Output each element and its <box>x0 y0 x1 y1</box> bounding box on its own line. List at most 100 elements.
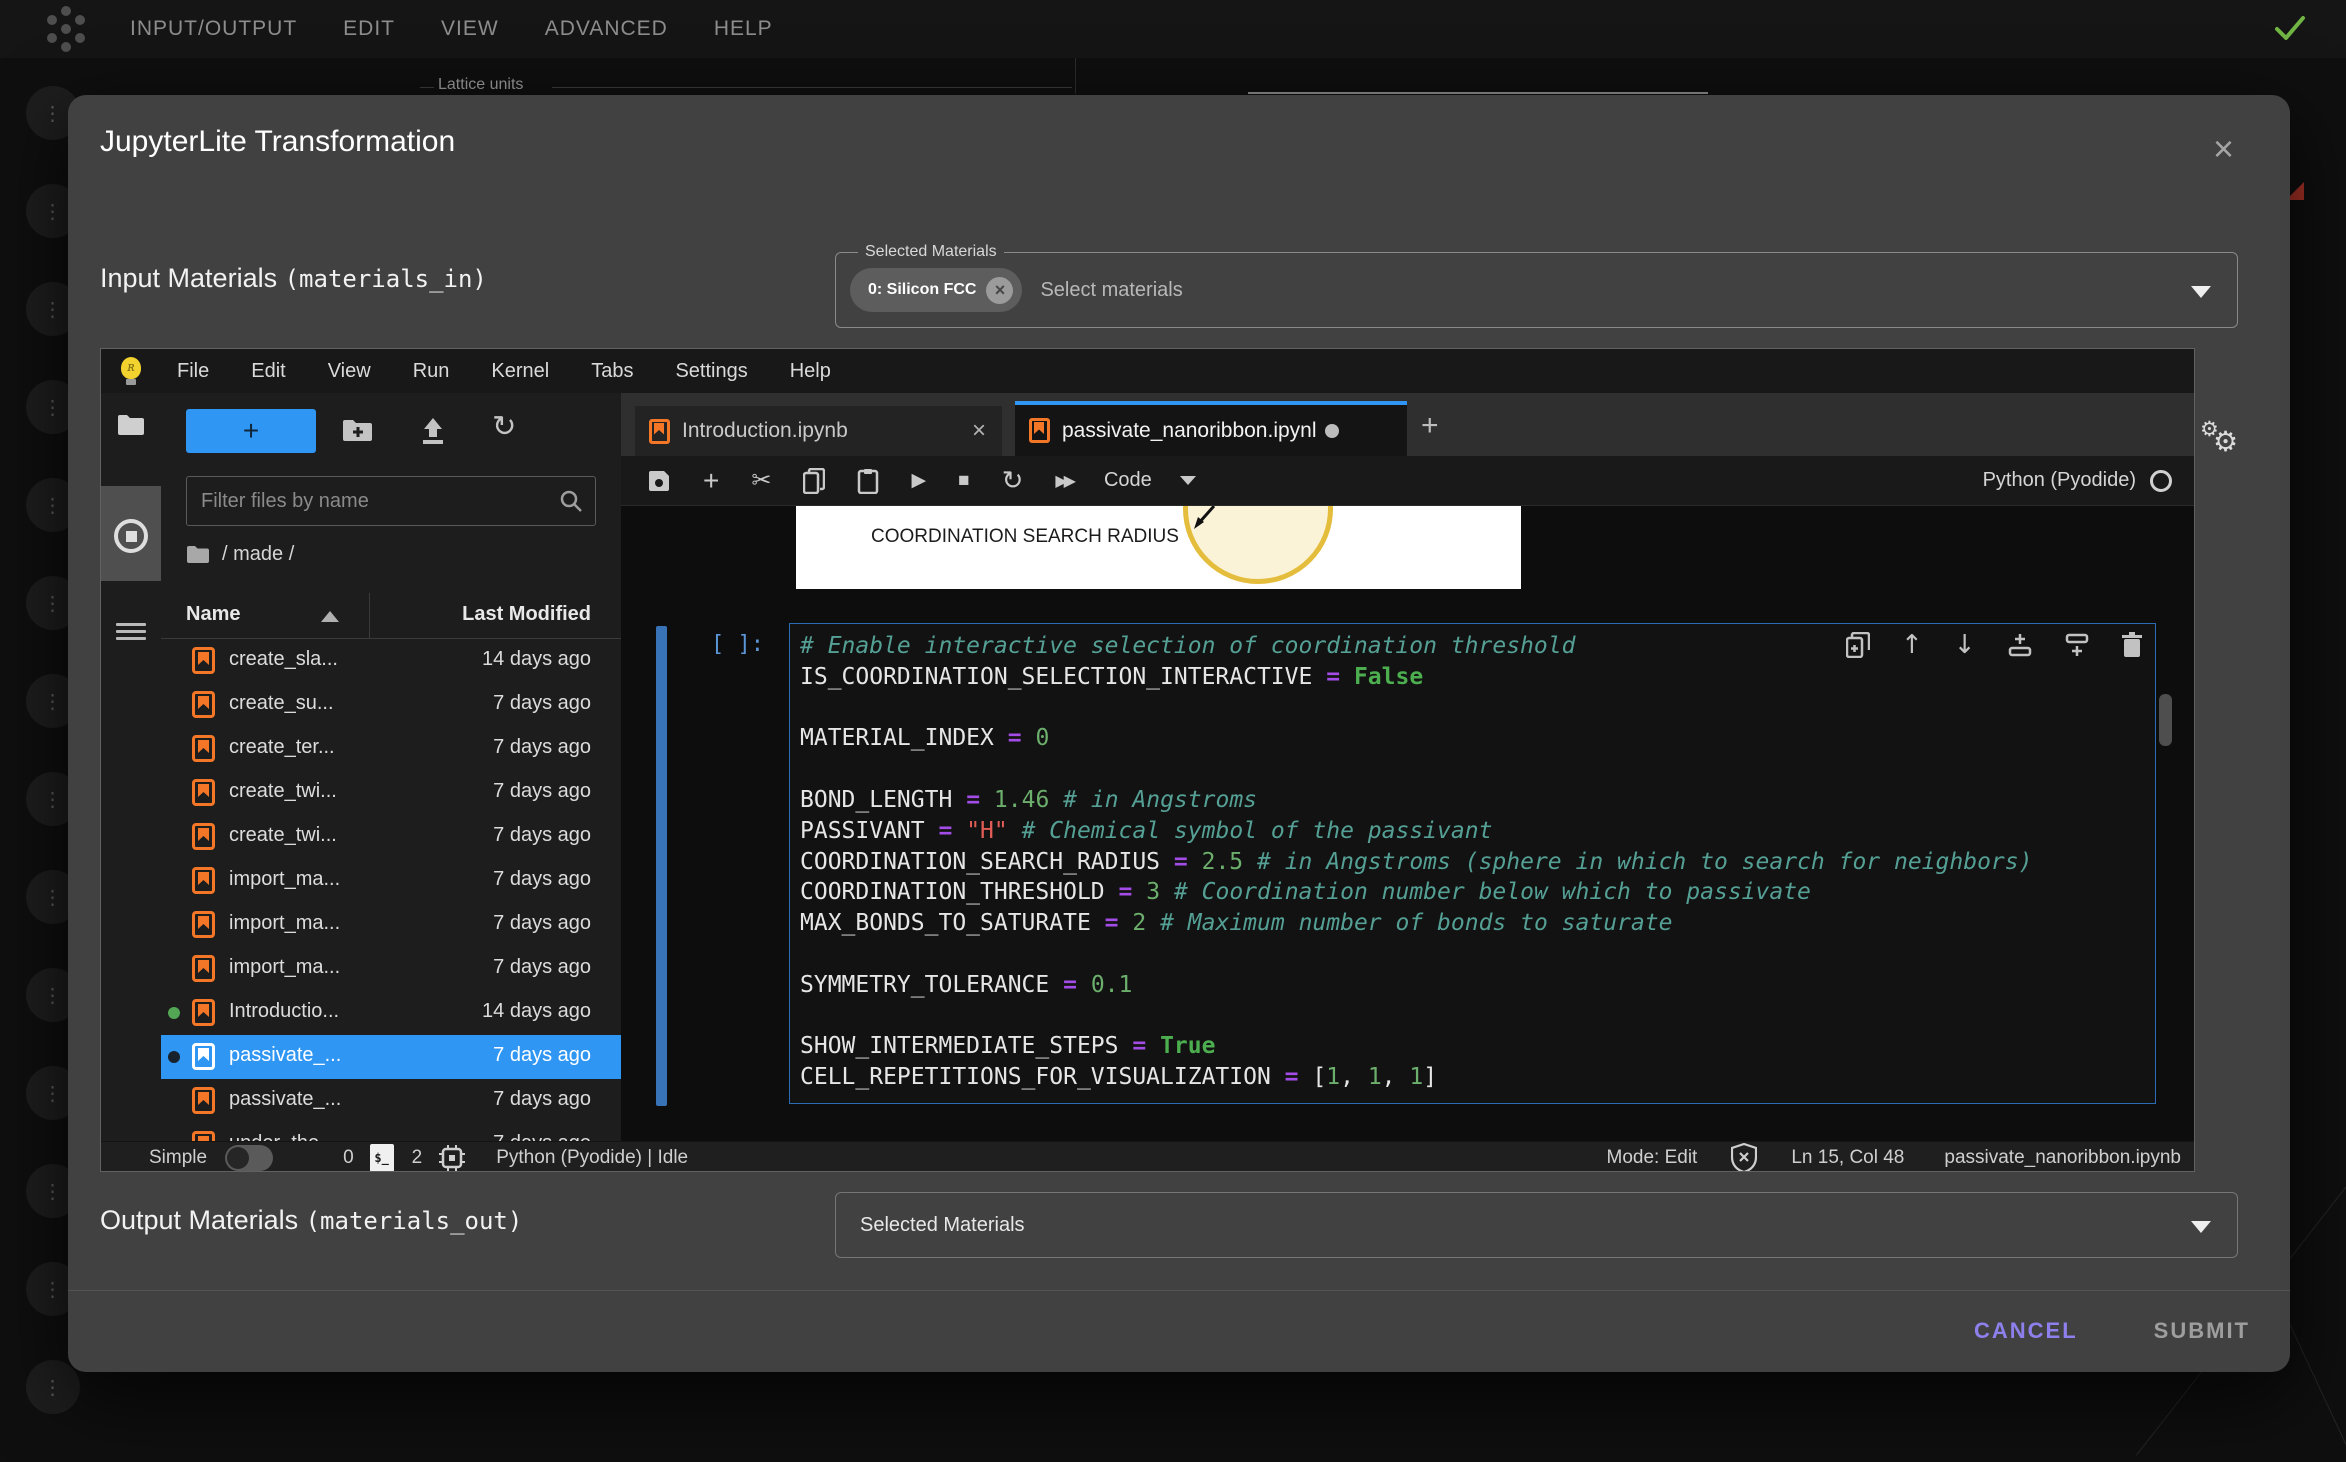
file-row[interactable]: import_ma...7 days ago <box>161 903 621 947</box>
app-menu-help[interactable]: HELP <box>714 17 773 41</box>
cell-collapser[interactable] <box>656 626 667 1106</box>
code-line[interactable]: SHOW_INTERMEDIATE_STEPS = True <box>800 1031 2145 1062</box>
delete-cell-icon[interactable] <box>2121 632 2143 658</box>
code-line[interactable] <box>800 754 2145 785</box>
file-browser-tab-icon[interactable] <box>117 413 145 435</box>
duplicate-cell-icon[interactable] <box>1846 632 1870 658</box>
breadcrumb[interactable]: / made / <box>186 543 294 566</box>
cursor-position[interactable]: Ln 15, Col 48 <box>1791 1147 1904 1169</box>
table-of-contents-tab-icon[interactable] <box>116 619 146 643</box>
jupyter-menu-edit[interactable]: Edit <box>251 360 285 383</box>
code-line[interactable]: BOND_LENGTH = 1.46 # in Angstroms <box>800 785 2145 816</box>
file-row[interactable]: create_ter...7 days ago <box>161 727 621 771</box>
file-row[interactable]: create_twi...7 days ago <box>161 771 621 815</box>
cell-type-select[interactable]: Code <box>1104 469 1152 492</box>
terminal-icon[interactable]: $_ <box>370 1144 394 1172</box>
cut-cells-icon[interactable]: ✂ <box>751 466 771 495</box>
code-line[interactable] <box>800 693 2145 724</box>
move-cell-up-icon[interactable]: ↑ <box>1901 632 1923 658</box>
app-menu-advanced[interactable]: ADVANCED <box>545 17 668 41</box>
save-icon[interactable] <box>647 469 671 493</box>
jupyter-menu-view[interactable]: View <box>328 360 371 383</box>
code-line[interactable]: IS_COORDINATION_SELECTION_INTERACTIVE = … <box>800 662 2145 693</box>
column-last-modified[interactable]: Last Modified <box>462 603 591 626</box>
settings-gears-icon[interactable]: ⚙ ⚙ <box>2200 417 2248 461</box>
input-materials-select[interactable]: Selected Materials 0: Silicon FCC × Sele… <box>835 252 2238 328</box>
cancel-button[interactable]: CANCEL <box>1974 1318 2078 1344</box>
new-launcher-button[interactable]: + <box>186 409 316 453</box>
jupyter-status-bar: Simple 0 $_ 2 Python (Pyodide) | Idle Mo… <box>101 1141 2194 1172</box>
filter-files-input[interactable] <box>187 490 559 513</box>
upload-icon[interactable] <box>418 417 448 445</box>
insert-cell-below-icon[interactable] <box>2064 632 2090 658</box>
close-icon[interactable]: × <box>2213 131 2234 167</box>
notebook-content[interactable]: COORDINATION SEARCH RADIUS [ ]: # Enable… <box>621 506 2195 1141</box>
cell-type-chevron-icon[interactable] <box>1180 476 1196 485</box>
chip-remove-icon[interactable]: × <box>986 277 1013 304</box>
unsaved-changes-dot <box>1325 424 1339 438</box>
new-folder-icon[interactable] <box>342 417 374 443</box>
kernel-status-text[interactable]: Python (Pyodide) | Idle <box>496 1147 688 1169</box>
simple-mode-toggle[interactable] <box>225 1145 273 1171</box>
kernel-name[interactable]: Python (Pyodide) <box>1983 469 2136 492</box>
chevron-down-icon[interactable] <box>2191 286 2211 298</box>
app-logo-dots-icon[interactable] <box>40 6 92 52</box>
file-row[interactable]: passivate_...7 days ago <box>161 1079 621 1123</box>
output-materials-select[interactable]: Selected Materials <box>835 1192 2238 1258</box>
tab-introduction[interactable]: Introduction.ipynb × <box>635 406 1002 456</box>
jupyter-menu-file[interactable]: File <box>177 360 209 383</box>
notebook-icon <box>192 691 215 718</box>
code-line[interactable]: CELL_REPETITIONS_FOR_VISUALIZATION = [1,… <box>800 1062 2145 1093</box>
jupyter-menu-kernel[interactable]: Kernel <box>491 360 549 383</box>
paste-cells-icon[interactable] <box>857 468 879 494</box>
editor-mode[interactable]: Mode: Edit <box>1607 1147 1698 1169</box>
insert-cell-icon[interactable]: + <box>703 465 719 497</box>
add-tab-button[interactable]: + <box>1421 409 1439 443</box>
restart-run-all-icon[interactable]: ▶▶ <box>1055 471 1072 491</box>
run-cell-icon[interactable]: ▶ <box>911 469 926 492</box>
file-row[interactable]: Introductio...14 days ago <box>161 991 621 1035</box>
copy-cells-icon[interactable] <box>803 468 825 494</box>
file-row[interactable]: create_twi...7 days ago <box>161 815 621 859</box>
close-tab-icon[interactable]: × <box>972 417 986 445</box>
app-menu-edit[interactable]: EDIT <box>343 17 395 41</box>
notebook-scrollbar[interactable] <box>2159 694 2172 746</box>
submit-button[interactable]: SUBMIT <box>2154 1318 2250 1344</box>
code-line[interactable] <box>800 1001 2145 1032</box>
file-row[interactable]: create_sla...14 days ago <box>161 639 621 683</box>
code-line[interactable]: SYMMETRY_TOLERANCE = 0.1 <box>800 970 2145 1001</box>
move-cell-down-icon[interactable]: ↓ <box>1954 632 1976 658</box>
jupyter-menu-run[interactable]: Run <box>413 360 450 383</box>
file-row[interactable]: import_ma...7 days ago <box>161 947 621 991</box>
kernel-status-icon[interactable] <box>2150 470 2172 492</box>
file-row[interactable]: import_ma...7 days ago <box>161 859 621 903</box>
code-line[interactable]: COORDINATION_THRESHOLD = 3 # Coordinatio… <box>800 877 2145 908</box>
code-line[interactable]: COORDINATION_SEARCH_RADIUS = 2.5 # in An… <box>800 847 2145 878</box>
kernel-chip-icon[interactable] <box>438 1144 466 1172</box>
file-row[interactable]: under_the...7 days ago <box>161 1123 621 1141</box>
code-line[interactable]: MAX_BONDS_TO_SATURATE = 2 # Maximum numb… <box>800 908 2145 939</box>
jupyter-menu-settings[interactable]: Settings <box>675 360 747 383</box>
refresh-icon[interactable]: ↻ <box>492 409 516 443</box>
restart-kernel-icon[interactable]: ↻ <box>1002 466 1024 496</box>
file-row[interactable]: create_su...7 days ago <box>161 683 621 727</box>
app-menu-input-output[interactable]: INPUT/OUTPUT <box>130 17 297 41</box>
jupyter-menu-tabs[interactable]: Tabs <box>591 360 633 383</box>
code-line[interactable]: MATERIAL_INDEX = 0 <box>800 723 2145 754</box>
interrupt-kernel-icon[interactable]: ■ <box>958 470 969 492</box>
tab-passivate-nanoribbon[interactable]: passivate_nanoribbon.ipynl <box>1015 401 1407 456</box>
material-chip[interactable]: 0: Silicon FCC × <box>850 268 1022 312</box>
file-row[interactable]: passivate_...7 days ago <box>161 1035 621 1079</box>
file-last-modified: 7 days ago <box>493 1044 591 1067</box>
chevron-down-icon[interactable] <box>2191 1221 2211 1233</box>
jupyter-menu-help[interactable]: Help <box>790 360 831 383</box>
column-name[interactable]: Name <box>186 603 240 626</box>
code-editor[interactable]: # Enable interactive selection of coordi… <box>789 623 2156 1104</box>
code-line[interactable]: PASSIVANT = "H" # Chemical symbol of the… <box>800 816 2145 847</box>
running-kernels-tab-icon[interactable] <box>114 519 148 553</box>
app-menu-view[interactable]: VIEW <box>441 17 499 41</box>
shield-x-icon[interactable] <box>1731 1143 1757 1173</box>
code-line[interactable] <box>800 939 2145 970</box>
notebook-icon <box>192 867 215 894</box>
insert-cell-above-icon[interactable] <box>2007 632 2033 658</box>
